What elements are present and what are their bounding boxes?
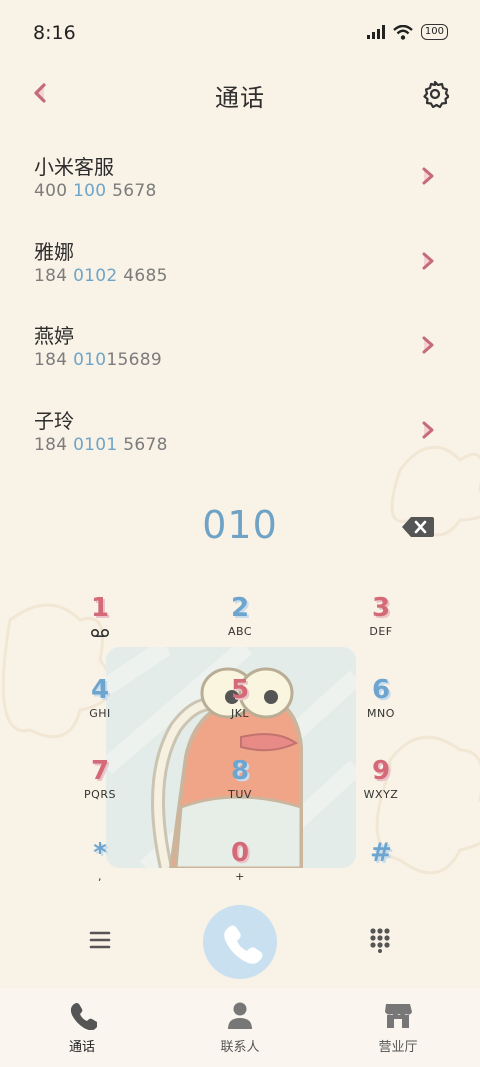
menu-icon (89, 931, 111, 949)
contact-item[interactable]: 小米客服 400 100 5678 (0, 151, 480, 235)
dialpad-toggle-button[interactable] (369, 927, 391, 953)
contact-item[interactable]: 燕婷 184 01015689 (0, 320, 480, 404)
dialpad-icon (370, 928, 390, 953)
phone-icon (224, 925, 263, 964)
contact-name: 燕婷 (34, 324, 74, 348)
key-3[interactable]: 3 DEF (326, 593, 436, 663)
key-2[interactable]: 2 ABC (185, 593, 295, 663)
tab-calls[interactable]: 通话 (22, 1000, 142, 1055)
tab-contacts[interactable]: 联系人 (180, 1000, 300, 1055)
page-title: 通话 (215, 84, 265, 112)
contact-item[interactable]: 雅娜 184 0102 4685 (0, 236, 480, 320)
contact-number: 184 0102 4685 (34, 266, 168, 286)
backspace-button[interactable] (401, 515, 435, 539)
contact-name: 小米客服 (34, 155, 114, 179)
contact-number: 184 0101 5678 (34, 435, 168, 455)
call-button[interactable] (203, 905, 277, 979)
contact-name: 子玲 (34, 409, 74, 433)
key-hash[interactable]: # (326, 838, 436, 908)
key-0[interactable]: 0 + (185, 838, 295, 908)
voicemail-icon (90, 628, 110, 638)
key-6[interactable]: 6 MNO (326, 675, 436, 745)
key-7[interactable]: 7 PQRS (45, 756, 155, 826)
key-5[interactable]: 5 JKL (185, 675, 295, 745)
key-8[interactable]: 8 TUV (185, 756, 295, 826)
status-time: 8:16 (33, 22, 76, 44)
backspace-icon (402, 517, 434, 537)
key-1[interactable]: 1 (45, 593, 155, 663)
phone-icon (70, 1003, 98, 1031)
wifi-icon (393, 24, 413, 40)
contact-number: 400 100 5678 (34, 181, 157, 201)
chevron-right-icon[interactable] (419, 166, 437, 186)
tab-store[interactable]: 营业厅 (338, 1000, 458, 1055)
contact-number: 184 01015689 (34, 350, 163, 370)
contact-name: 雅娜 (34, 240, 74, 264)
menu-button[interactable] (88, 929, 112, 951)
chevron-right-icon[interactable] (419, 420, 437, 440)
battery-indicator: 100 (420, 24, 448, 40)
status-icons: 100 (366, 24, 448, 40)
key-star[interactable]: * , (45, 838, 155, 908)
store-icon (385, 1004, 412, 1028)
chevron-right-icon[interactable] (419, 335, 437, 355)
settings-button[interactable] (421, 80, 449, 108)
key-9[interactable]: 9 WXYZ (326, 756, 436, 826)
signal-icon (366, 25, 385, 39)
key-4[interactable]: 4 GHI (45, 675, 155, 745)
contact-item[interactable]: 子玲 184 0101 5678 (0, 405, 480, 489)
gear-icon (423, 80, 449, 108)
chevron-right-icon[interactable] (419, 251, 437, 271)
person-icon (228, 1002, 252, 1029)
